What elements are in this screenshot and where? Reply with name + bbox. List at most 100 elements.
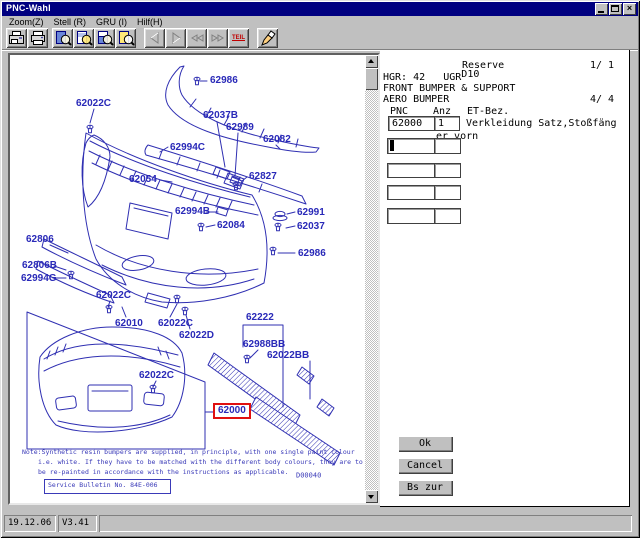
ugr-label: UGR	[443, 72, 461, 83]
scroll-up-button[interactable]	[365, 55, 378, 68]
service-bulletin-box: Service Bulletin No. 84E-006	[44, 479, 171, 494]
anz-input-2[interactable]	[434, 138, 461, 154]
plot-print-button[interactable]	[6, 28, 27, 48]
part-label-62988BB[interactable]: 62988BB	[243, 339, 285, 350]
hgr-value: 42	[413, 72, 425, 83]
magnifier-fit-icon	[117, 30, 135, 46]
highlight-brush-button[interactable]	[257, 28, 278, 48]
anz-input-3[interactable]	[434, 163, 461, 178]
part-label-62054[interactable]: 62054	[129, 174, 157, 185]
prev-page-button[interactable]	[144, 28, 165, 48]
double-arrow-left-icon	[188, 30, 206, 46]
prev-group-button[interactable]	[186, 28, 207, 48]
menu-item-hilf[interactable]: Hilf(H)	[137, 17, 163, 27]
status-version: V3.41	[58, 515, 97, 532]
pnc-input-3[interactable]	[387, 163, 435, 178]
subgroup-page: 4/ 4	[590, 94, 614, 105]
menu-item-gru[interactable]: GRU (I)	[96, 17, 127, 27]
brush-icon	[259, 30, 277, 46]
teil-icon: TEIL	[232, 35, 245, 41]
magnifier-minus-icon	[96, 30, 114, 46]
part-label-62994C[interactable]: 62994C	[170, 142, 205, 153]
part-label-62806[interactable]: 62806	[26, 234, 54, 245]
hgr-ugr-line: HGR: 42 UGRD10	[383, 72, 479, 83]
part-label-62000[interactable]: 62000	[213, 403, 251, 419]
part-label-62022C[interactable]: 62022C	[139, 370, 174, 381]
part-label-62022C[interactable]: 62022C	[76, 98, 111, 109]
maximize-button[interactable]	[609, 3, 622, 15]
detail-panel: Reserve 1/ 1 HGR: 42 UGRD10 FRONT BUMPER…	[380, 50, 630, 507]
part-label-62994B[interactable]: 62994B	[175, 206, 210, 217]
scroll-down-button[interactable]	[365, 490, 378, 503]
window-title: PNC-Wahl	[6, 3, 51, 13]
close-button[interactable]: ×	[623, 3, 636, 15]
part-label-62022D[interactable]: 62022D	[179, 330, 214, 341]
cancel-button[interactable]: Cancel	[398, 458, 452, 473]
reserve-page: 1/ 1	[590, 60, 614, 71]
part-label-62084[interactable]: 62084	[217, 220, 245, 231]
text-cursor	[390, 140, 394, 151]
part-label-62037[interactable]: 62037	[297, 221, 325, 232]
subgroup-title: AERO BUMPER	[383, 94, 449, 105]
magnifier-plus-icon	[75, 30, 93, 46]
part-label-62022C[interactable]: 62022C	[96, 290, 131, 301]
part-label-62986[interactable]: 62986	[298, 248, 326, 259]
pnc-input-5[interactable]	[387, 208, 435, 224]
pnc-input-4[interactable]	[387, 185, 435, 200]
zoom-fit-button[interactable]	[115, 28, 136, 48]
part-label-62010[interactable]: 62010	[115, 318, 143, 329]
part-label-62022BB[interactable]: 62022BB	[267, 350, 309, 361]
zoom-out-button[interactable]	[94, 28, 115, 48]
ok-button[interactable]: Ok	[398, 436, 452, 451]
zoom-original-button[interactable]	[52, 28, 73, 48]
part-label-62827[interactable]: 62827	[249, 171, 277, 182]
part-label-62991[interactable]: 62991	[297, 207, 325, 218]
part-label-62986[interactable]: 62986	[210, 75, 238, 86]
diagram-note-line-1: Note:Synthetic resin bumpers are supplie…	[22, 449, 355, 456]
plotter-icon	[8, 30, 26, 46]
scrollbar-thumb[interactable]	[365, 68, 378, 90]
next-group-button[interactable]	[207, 28, 228, 48]
scroll-down-icon	[368, 495, 374, 499]
maximize-icon	[611, 5, 619, 12]
anz-input-1[interactable]	[434, 116, 460, 131]
menu-item-zoom[interactable]: Zoom(Z)	[9, 17, 44, 27]
teil-button[interactable]: TEIL	[228, 28, 249, 48]
print-button[interactable]	[27, 28, 48, 48]
group-title: FRONT BUMPER & SUPPORT	[383, 83, 515, 94]
menu-item-stell[interactable]: Stell (R)	[54, 17, 87, 27]
drawing-code: D00040	[296, 472, 321, 480]
part-label-62806B[interactable]: 62806B	[22, 260, 57, 271]
part-labels-layer: 62986 62022C 62037B62989 62082 62994C 62054 62…	[10, 55, 365, 503]
pnc-input-2[interactable]	[387, 138, 435, 154]
part-label-62989[interactable]: 62989	[226, 122, 254, 133]
part-label-62082[interactable]: 62082	[263, 134, 291, 145]
column-header-et: ET-Bez.	[467, 106, 509, 117]
arrow-left-icon	[146, 30, 164, 46]
toolbar: TEIL	[2, 27, 638, 49]
magnifier-page-icon	[54, 30, 72, 46]
close-icon: ×	[623, 3, 636, 15]
arrow-right-icon	[167, 30, 185, 46]
diagram-note-line-2: i.e. white. If they have to be matched w…	[38, 459, 363, 466]
app-window: PNC-Wahl × Zoom(Z) Stell (R) GRU (I) Hil…	[0, 0, 640, 538]
part-label-62222[interactable]: 62222	[246, 312, 274, 323]
zoom-in-button[interactable]	[73, 28, 94, 48]
diagram-note-line-3: be re-painted in accordance with the ins…	[38, 469, 288, 476]
diagram-scrollbar[interactable]	[365, 55, 378, 503]
anz-input-4[interactable]	[434, 185, 461, 200]
scroll-up-icon	[368, 59, 374, 63]
et-description-line-1: Verkleidung Satz,Stoßfäng	[466, 118, 617, 129]
minimize-button[interactable]	[595, 3, 608, 15]
bs-zur-button[interactable]: Bs zur	[398, 480, 452, 495]
next-page-button[interactable]	[165, 28, 186, 48]
pnc-input-1[interactable]	[388, 116, 435, 131]
ugr-value: D10	[461, 69, 479, 80]
printer-icon	[29, 30, 47, 46]
part-label-62994G[interactable]: 62994G	[21, 273, 57, 284]
diagram-panel: 62986 62022C 62037B62989 62082 62994C 62054 62…	[8, 53, 380, 505]
minimize-icon	[598, 11, 604, 13]
part-label-62022C[interactable]: 62022C	[158, 318, 193, 329]
part-label-62037B[interactable]: 62037B	[203, 110, 238, 121]
anz-input-5[interactable]	[434, 208, 461, 224]
